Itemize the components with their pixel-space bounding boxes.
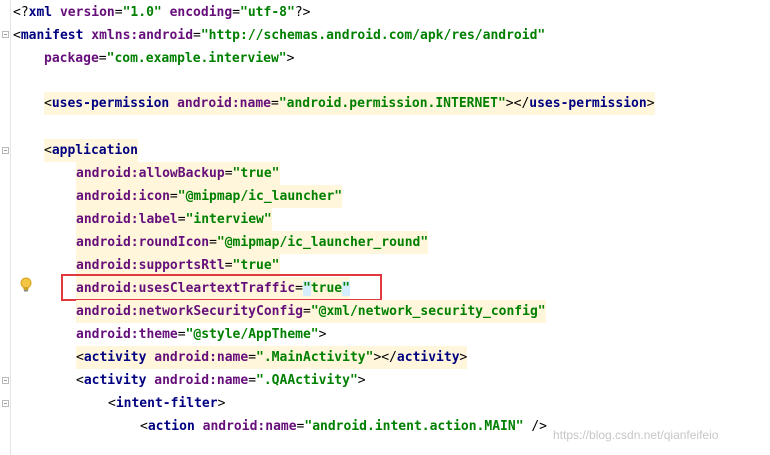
equals-sign: = bbox=[177, 212, 186, 227]
code-line-3[interactable]: package="com.example.interview"> bbox=[44, 47, 294, 70]
attr-value: ".QAActivity" bbox=[256, 373, 358, 388]
attr-value: ".MainActivity" bbox=[256, 350, 374, 365]
attr-name: xmlns:android bbox=[91, 28, 194, 43]
tag-bracket: > bbox=[217, 396, 226, 411]
code-line-7[interactable]: android:icon="@mipmap/ic_launcher" bbox=[76, 185, 343, 208]
tag-name: activity bbox=[83, 350, 147, 365]
attr-value: "android.intent.action.MAIN" bbox=[304, 419, 524, 434]
attr-value: "@style/AppTheme" bbox=[185, 327, 319, 342]
equals-sign: = bbox=[224, 258, 233, 273]
attr-value: "true" bbox=[232, 166, 280, 181]
equals-sign: = bbox=[302, 304, 311, 319]
equals-sign: = bbox=[169, 189, 178, 204]
code-line-15[interactable]: <activity android:name=".QAActivity"> bbox=[76, 369, 366, 392]
attr-name: android:allowBackup bbox=[76, 166, 225, 181]
tag-bracket: < bbox=[76, 350, 84, 365]
attr-value: "@mipmap/ic_launcher" bbox=[177, 189, 343, 204]
tag-bracket: < bbox=[13, 28, 21, 43]
fold-marker-icon[interactable] bbox=[2, 377, 9, 384]
fold-marker-icon[interactable] bbox=[2, 31, 9, 38]
equals-sign: = bbox=[224, 166, 233, 181]
code-line-2[interactable]: <manifest xmlns:android="http://schemas.… bbox=[13, 24, 545, 47]
equals-sign: = bbox=[270, 96, 279, 111]
equals-sign: = bbox=[248, 350, 257, 365]
attr-value: "@xml/network_security_config" bbox=[310, 304, 546, 319]
code-line-17[interactable]: <action android:name="android.intent.act… bbox=[140, 415, 547, 438]
watermark: https://blog.csdn.net/qianfeifeio bbox=[553, 428, 719, 442]
attr-name: android:icon bbox=[76, 189, 170, 204]
attr-value: "com.example.interview" bbox=[106, 51, 287, 66]
tag-name: action bbox=[147, 419, 195, 434]
tag-name: intent-filter bbox=[115, 396, 218, 411]
equals-sign: = bbox=[248, 373, 257, 388]
tag-bracket: > bbox=[318, 327, 327, 342]
attr-name: android:name bbox=[154, 373, 249, 388]
attr-value: "http://schemas.android.com/apk/res/andr… bbox=[200, 28, 546, 43]
attr-name: android:roundIcon bbox=[76, 235, 210, 250]
tag-name: uses-permission bbox=[529, 96, 647, 111]
xml-decl-open: <? bbox=[13, 5, 29, 20]
highlight-box bbox=[61, 274, 382, 301]
tag-bracket: > bbox=[286, 51, 295, 66]
attr-value: "@mipmap/ic_launcher_round" bbox=[216, 235, 429, 250]
xml-decl-close: ?> bbox=[294, 5, 311, 20]
code-line-16[interactable]: <intent-filter> bbox=[108, 392, 225, 415]
code-line-9[interactable]: android:roundIcon="@mipmap/ic_launcher_r… bbox=[76, 231, 429, 254]
code-line-12[interactable]: android:networkSecurityConfig="@xml/netw… bbox=[76, 300, 546, 323]
equals-sign: = bbox=[193, 28, 201, 43]
code-line-8[interactable]: android:label="interview" bbox=[76, 208, 272, 231]
tag-bracket: > bbox=[357, 373, 366, 388]
fold-marker-icon[interactable] bbox=[2, 147, 9, 154]
tag-name: application bbox=[51, 143, 138, 158]
attr-name: package bbox=[44, 51, 99, 66]
equals-sign: = bbox=[98, 51, 107, 66]
tag-name: uses-permission bbox=[51, 96, 170, 111]
attr-name: android:name bbox=[154, 350, 249, 365]
code-line-13[interactable]: android:theme="@style/AppTheme"> bbox=[76, 323, 326, 346]
xml-decl-tag: xml bbox=[28, 5, 53, 20]
tag-bracket: < bbox=[44, 96, 52, 111]
tag-bracket: /> bbox=[523, 419, 548, 434]
tag-name: manifest bbox=[20, 28, 84, 43]
tag-bracket: < bbox=[44, 143, 52, 158]
tag-bracket: < bbox=[108, 396, 116, 411]
code-line-6[interactable]: android:allowBackup="true" bbox=[76, 162, 280, 185]
tag-bracket: < bbox=[76, 373, 84, 388]
code-line-1[interactable]: <?xml version="1.0" encoding="utf-8"?> bbox=[13, 1, 310, 24]
tag-bracket: > bbox=[646, 96, 655, 111]
attr-name: android:supportsRtl bbox=[76, 258, 225, 273]
tag-bracket: < bbox=[140, 419, 148, 434]
attr-value: "interview" bbox=[185, 212, 272, 227]
attr-value: "1.0" bbox=[122, 5, 162, 20]
attr-value: "utf-8" bbox=[240, 5, 295, 20]
tag-bracket: > bbox=[459, 350, 468, 365]
equals-sign: = bbox=[209, 235, 217, 250]
attr-name: android:name bbox=[202, 419, 297, 434]
attr-name: android:label bbox=[76, 212, 178, 227]
equals-sign: = bbox=[177, 327, 186, 342]
fold-marker-icon[interactable] bbox=[2, 400, 9, 407]
editor-gutter bbox=[0, 0, 11, 455]
attr-name: android:theme bbox=[76, 327, 178, 342]
attr-value: "android.permission.INTERNET" bbox=[278, 96, 506, 111]
code-line-5[interactable]: <application bbox=[44, 139, 138, 162]
attr-name: android:name bbox=[177, 96, 271, 111]
tag-bracket: ></ bbox=[373, 350, 397, 365]
tag-name: activity bbox=[396, 350, 460, 365]
attr-value: "true" bbox=[232, 258, 280, 273]
tag-bracket: ></ bbox=[505, 96, 530, 111]
tag-name: activity bbox=[83, 373, 147, 388]
code-line-14[interactable]: <activity android:name=".MainActivity"><… bbox=[76, 346, 468, 369]
attr-name: android:networkSecurityConfig bbox=[76, 304, 303, 319]
code-line-4[interactable]: <uses-permission android:name="android.p… bbox=[44, 92, 655, 115]
lightbulb-icon[interactable] bbox=[17, 276, 35, 294]
attr-name: version bbox=[59, 5, 115, 20]
attr-name: encoding bbox=[169, 5, 233, 20]
